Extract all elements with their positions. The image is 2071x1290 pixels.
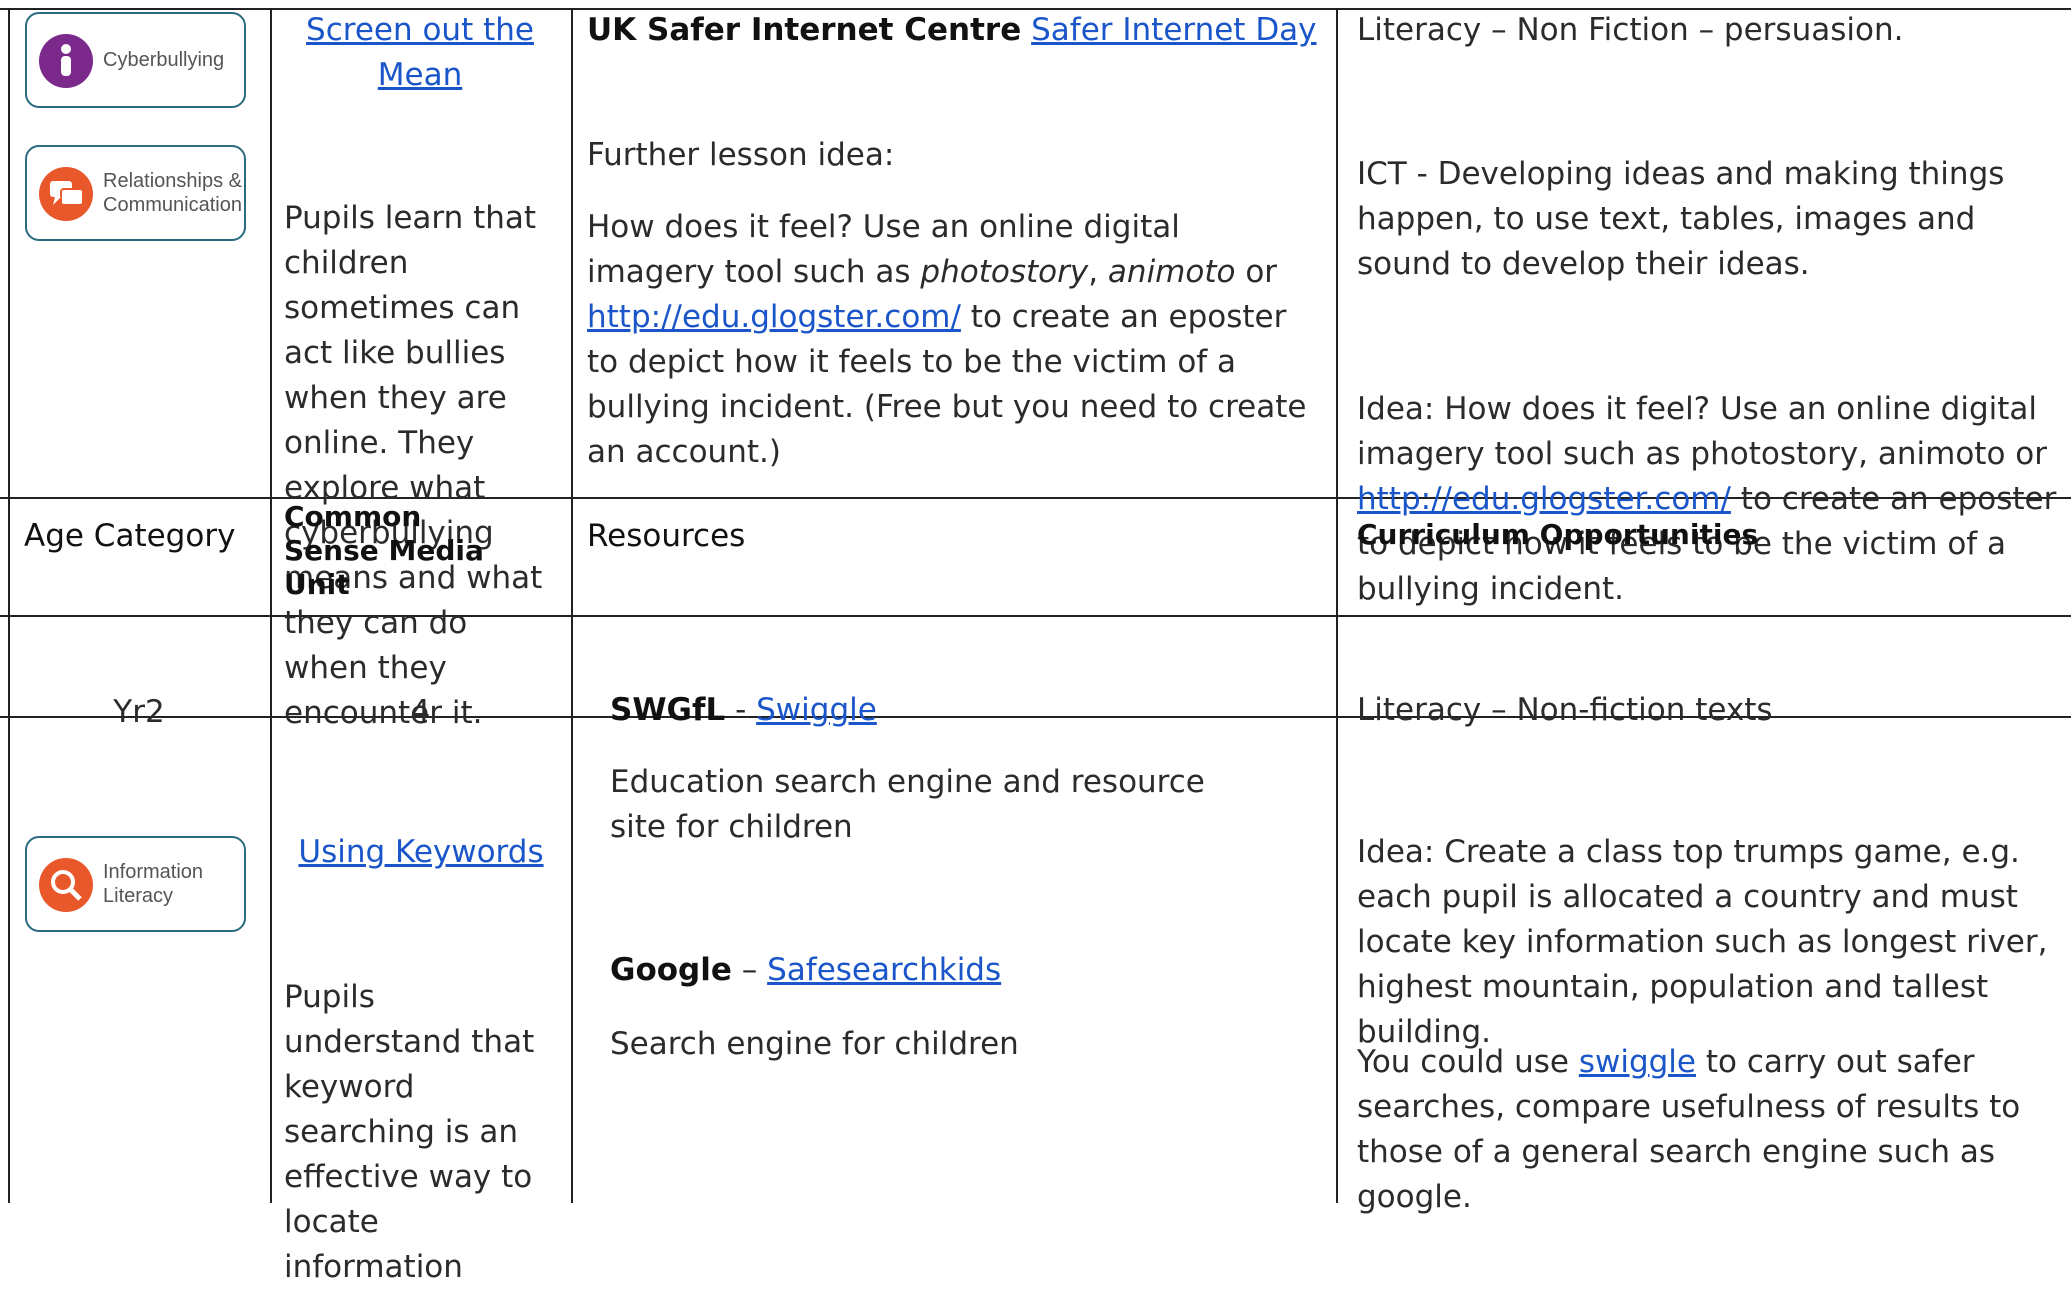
swiggle-description: Education search engine and resource sit… [610, 764, 1205, 845]
glogster-link[interactable]: http://edu.glogster.com/ [587, 299, 961, 335]
col-divider-2 [571, 8, 573, 1203]
unit3-description: Pupils understand that keyword searching… [284, 979, 535, 1285]
age-value: Yr2 [113, 694, 165, 730]
curriculum-glogster-link[interactable]: http://edu.glogster.com/ [1357, 481, 1731, 517]
col-divider-3 [1336, 8, 1338, 1203]
google-description: Search engine for children [610, 1026, 1019, 1062]
swgfl-line: SWGfL - Swiggle [610, 688, 877, 733]
swgfl-text: SWGfL [610, 692, 726, 728]
dash: - [735, 692, 747, 728]
resource-org: UK Safer Internet Centre [587, 12, 1022, 48]
screen-out-the-mean-link[interactable]: Screen out the Mean [292, 8, 548, 98]
badge-label: Cyberbullying [103, 49, 225, 71]
swiggle-link[interactable]: Swiggle [756, 692, 877, 728]
resource-line: UK Safer Internet Centre Safer Internet … [587, 8, 1327, 53]
curr-use-1: You could use [1357, 1044, 1569, 1080]
information-literacy-badge: Information Literacy [25, 836, 246, 932]
safer-internet-day-link[interactable]: Safer Internet Day [1031, 12, 1316, 48]
curriculum-swiggle-link[interactable]: swiggle [1579, 1044, 1696, 1080]
person-icon [39, 34, 93, 88]
relationships-badge: Relationships & Communication [25, 145, 246, 241]
further-title: Further lesson idea: [587, 137, 895, 173]
badge-label: Information Literacy [103, 861, 204, 907]
badge-label: Relationships & Communication [103, 170, 242, 216]
unit-number: 4 [410, 694, 431, 730]
curriculum-ict: ICT - Developing ideas and making things… [1357, 156, 2005, 282]
curriculum-idea-1: Idea: How does it feel? Use an online di… [1357, 391, 2047, 472]
resources-header: Resources [587, 518, 746, 554]
unit-description: Pupils learn that children sometimes can… [284, 200, 543, 731]
photostory-text: photostory [920, 254, 1089, 290]
curriculum-top-trumps: Idea: Create a class top trumps game, e.… [1357, 834, 2048, 1050]
further-text-1: How does it feel? Use an online digital … [587, 209, 1180, 290]
further-text: How does it feel? Use an online digital … [587, 209, 1307, 470]
dash: – [741, 952, 758, 988]
magnifier-icon [39, 858, 93, 912]
left-border [8, 8, 10, 1203]
curriculum-swiggle-use: You could use swiggle to carry out safer… [1357, 1040, 2057, 1220]
cyberbullying-badge: Cyberbullying [25, 12, 246, 108]
age-category-header: Age Category [24, 518, 236, 554]
chat-icon [39, 167, 93, 221]
curriculum-header: Curriculum Opportunities [1357, 518, 1759, 551]
safesearchkids-link[interactable]: Safesearchkids [767, 952, 1001, 988]
curriculum-literacy-nonfiction: Literacy – Non-fiction texts [1357, 692, 1773, 728]
col-divider-1 [270, 8, 272, 1203]
using-keywords-link[interactable]: Using Keywords [280, 830, 562, 875]
media-unit-header: Common Sense Media Unit [284, 500, 484, 601]
curriculum-idea: Idea: How does it feel? Use an online di… [1357, 387, 2057, 612]
or-text: or [1245, 254, 1278, 290]
animoto-text: animoto [1107, 254, 1236, 290]
google-text: Google [610, 952, 732, 988]
google-line: Google – Safesearchkids [610, 948, 1001, 993]
curriculum-literacy: Literacy – Non Fiction – persuasion. [1357, 12, 1904, 48]
